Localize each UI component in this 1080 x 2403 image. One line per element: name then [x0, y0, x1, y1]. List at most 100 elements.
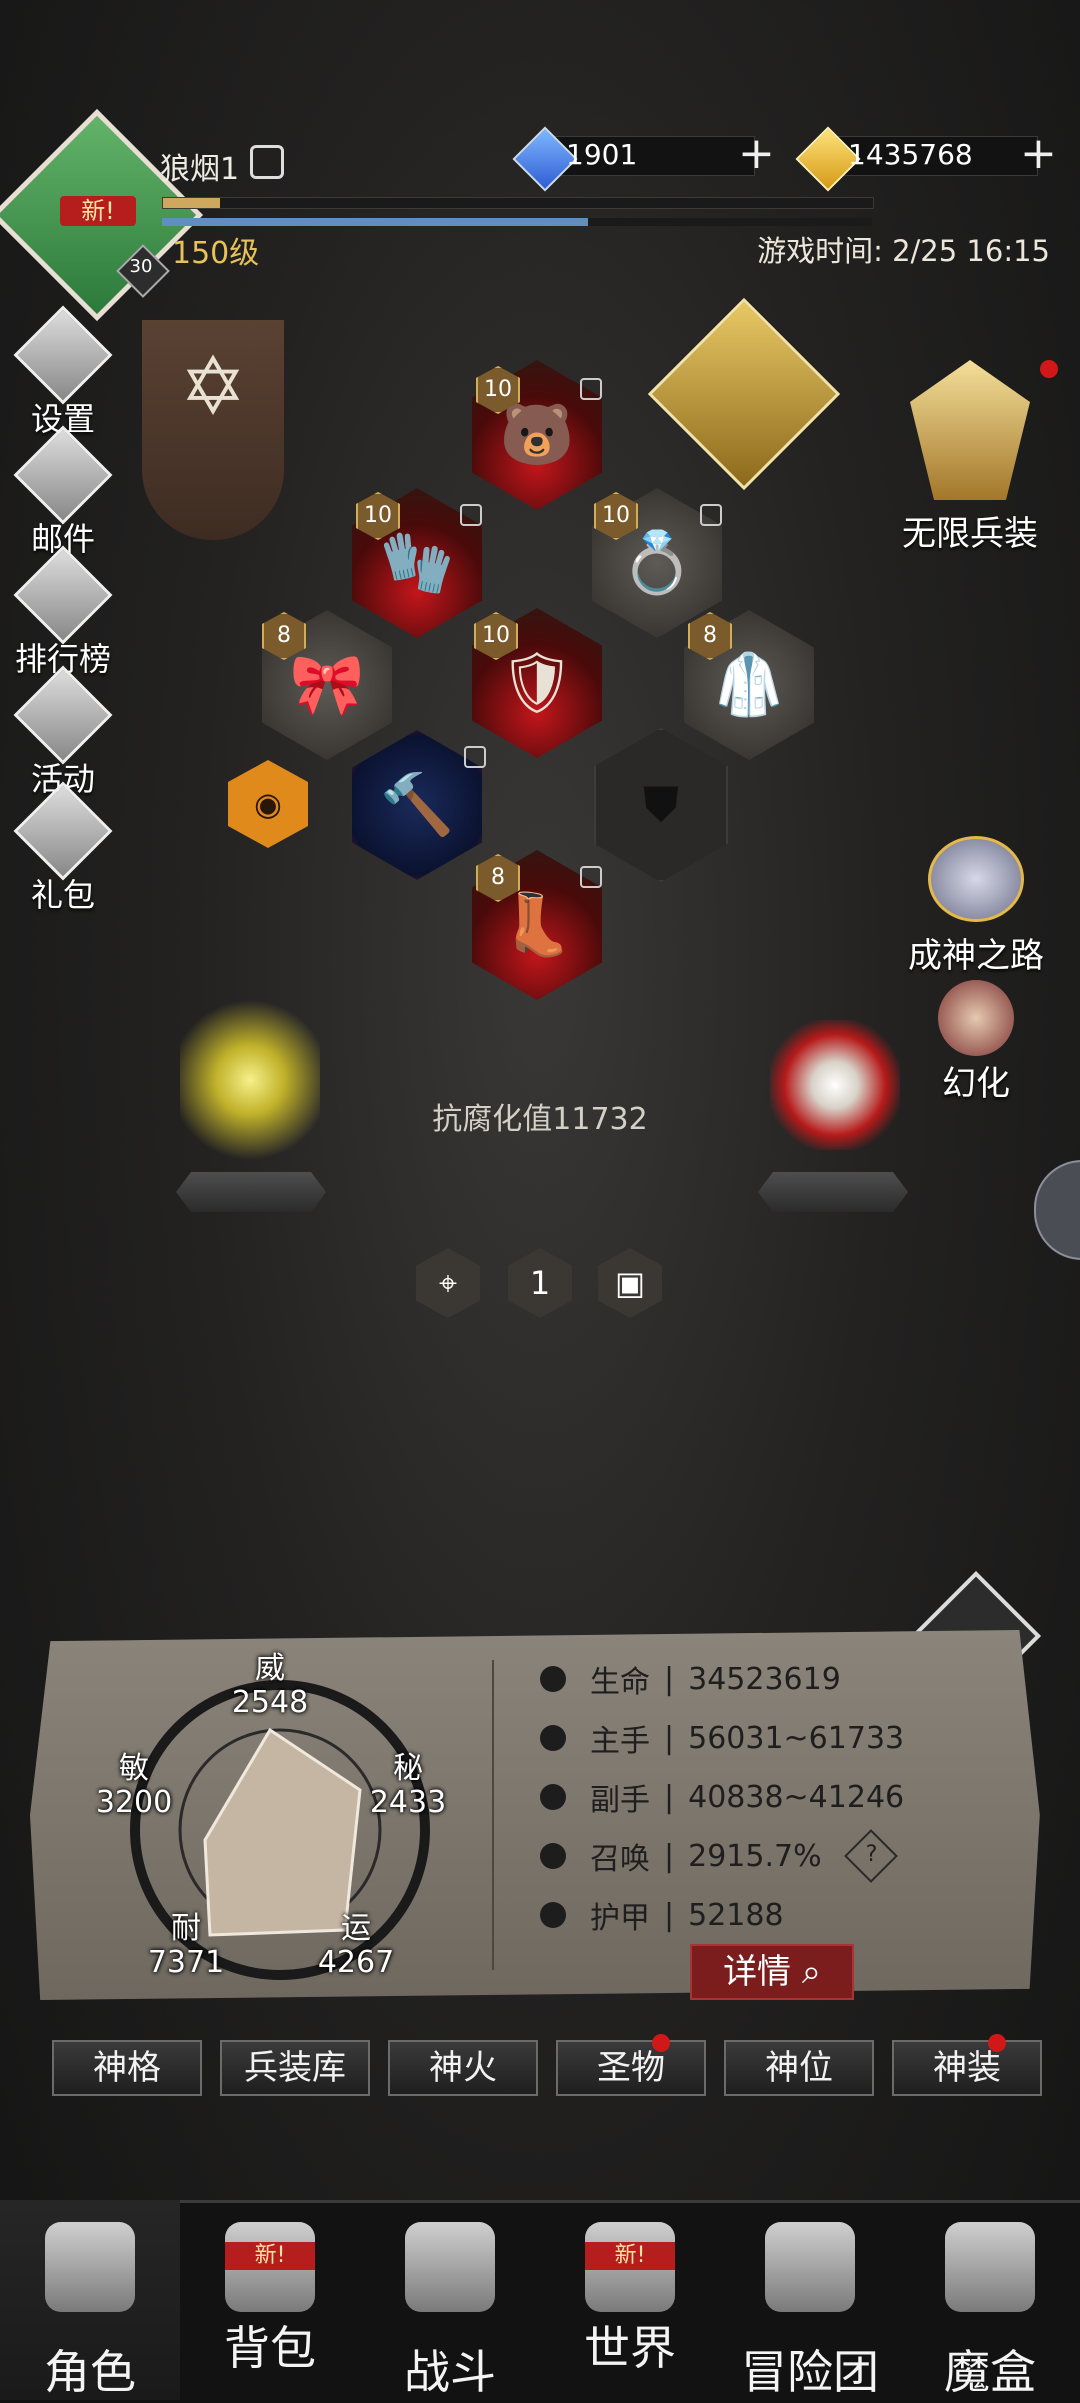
stat-row-off-hand: 副手 | 40838~41246	[540, 1772, 1020, 1822]
castle-icon	[765, 2222, 855, 2312]
stat-separator: |	[664, 1838, 675, 1874]
stat-value: 56031~61733	[688, 1720, 905, 1756]
lock-icon[interactable]: ▣	[598, 1248, 662, 1318]
stat-separator: |	[664, 1897, 675, 1933]
transform-label: 幻化	[942, 1064, 1010, 1104]
tab-divine-rank[interactable]: 神位	[724, 2040, 874, 2096]
hammer-icon: 🔨	[379, 770, 455, 840]
stat-label: 护甲	[590, 1901, 650, 1936]
event-icon	[13, 665, 113, 765]
gear-icon	[13, 305, 113, 405]
stat-mi: 秘 2433	[369, 1751, 447, 1820]
relic-pedestal-left	[176, 1172, 326, 1212]
secondary-bar-fill	[162, 218, 588, 226]
sword-icon	[540, 1725, 566, 1751]
tab-armory[interactable]: 兵装库	[220, 2040, 370, 2096]
stat-row-life: 生命 | 34523619	[540, 1654, 1020, 1704]
cube-icon	[945, 2222, 1035, 2312]
stat-row-summon: 召唤 | 2915.7% ?	[540, 1829, 1020, 1883]
knight-helmet-icon	[45, 2222, 135, 2312]
stat-label: 召唤	[590, 1842, 650, 1877]
winged-sword-icon	[910, 360, 1030, 500]
mail-button[interactable]: 邮件	[8, 425, 118, 560]
lock-icon	[580, 866, 602, 888]
add-gems-button[interactable]: +	[738, 132, 775, 176]
tab-relics[interactable]: 圣物	[556, 2040, 706, 2096]
nav-adventure-guild[interactable]: 冒险团	[720, 2200, 900, 2400]
nav-label: 背包	[224, 2321, 316, 2375]
infinite-gear-button[interactable]: 无限兵装	[900, 360, 1040, 555]
stat-separator: |	[664, 1779, 675, 1815]
ranking-button[interactable]: 排行榜	[8, 545, 118, 680]
magnifier-icon: ⌕	[801, 1952, 821, 1992]
lock-icon	[580, 378, 602, 400]
nav-battle[interactable]: 战斗	[360, 2200, 540, 2400]
crown-icon[interactable]	[770, 1020, 900, 1150]
side-drawer-handle[interactable]	[1034, 1160, 1080, 1260]
summon-icon	[540, 1843, 566, 1869]
tab-divinity[interactable]: 神格	[52, 2040, 202, 2096]
new-badge: 新!	[225, 2242, 315, 2270]
xp-bar-fill	[163, 198, 220, 208]
lock-icon	[460, 504, 482, 526]
armor-stat-icon	[540, 1902, 566, 1928]
new-badge: 新!	[60, 196, 136, 226]
stat-yun: 运 4267	[317, 1911, 395, 1980]
notification-dot	[652, 2034, 670, 2052]
game-time: 游戏时间: 2/25 16:15	[757, 234, 1050, 268]
radar-shape	[203, 1727, 362, 1937]
gift-icon	[13, 781, 113, 881]
gem-amount: 1901	[566, 138, 638, 171]
nav-label: 战斗	[404, 2345, 496, 2399]
relic-glow-left[interactable]	[180, 990, 320, 1170]
settings-button[interactable]: 设置	[8, 305, 118, 440]
path-to-god-label: 成神之路	[908, 936, 1044, 976]
nav-magic-box[interactable]: 魔盒	[900, 2200, 1080, 2400]
stat-label: 生命	[590, 1665, 650, 1700]
nav-label: 角色	[44, 2345, 136, 2399]
xp-bar	[162, 197, 874, 209]
tab-divine-gear[interactable]: 神装	[892, 2040, 1042, 2096]
stat-row-main-hand: 主手 | 56031~61733	[540, 1713, 1020, 1763]
helm-crest-icon	[928, 836, 1024, 922]
player-name: 狼烟1	[160, 152, 240, 187]
ranking-icon	[13, 545, 113, 645]
stat-value: 52188	[688, 1897, 784, 1933]
nav-label: 魔盒	[944, 2345, 1036, 2399]
equip-slot-weapon[interactable]: 🔨	[352, 730, 482, 880]
stat-row-armor: 护甲 | 52188	[540, 1890, 1020, 1940]
lion-emblem-icon[interactable]	[647, 297, 841, 491]
nav-backpack[interactable]: 新! 背包	[180, 2200, 360, 2400]
signal-icon[interactable]: ◉	[228, 760, 308, 848]
stat-separator: |	[664, 1720, 675, 1756]
gold-amount: 1435768	[848, 138, 973, 171]
lock-icon	[464, 746, 486, 768]
transform-button[interactable]: 幻化	[906, 980, 1046, 1105]
infinite-gear-label: 无限兵装	[902, 514, 1038, 554]
mask-icon	[938, 980, 1014, 1056]
notification-dot	[988, 2034, 1006, 2052]
details-button[interactable]: 详情 ⌕	[690, 1944, 854, 2000]
panel-divider	[492, 1660, 494, 1970]
stat-value: 2915.7%	[688, 1838, 822, 1874]
gift-pack-button[interactable]: 礼包	[8, 781, 118, 916]
hexagram-icon: ✡	[179, 340, 247, 433]
equip-slot-offhand[interactable]: ⛊	[594, 728, 728, 882]
nav-character[interactable]: 角色	[0, 2200, 180, 2400]
help-icon[interactable]: ?	[843, 1829, 898, 1883]
location-pin-icon[interactable]: ⌖	[416, 1248, 480, 1318]
dagger-icon	[540, 1784, 566, 1810]
nav-label: 世界	[584, 2321, 676, 2375]
notification-dot	[1040, 360, 1058, 378]
stat-wei: 威 2548	[231, 1651, 309, 1720]
relic-pedestal-right	[758, 1172, 908, 1212]
sword-shield-icon	[405, 2222, 495, 2312]
path-to-god-button[interactable]: 成神之路	[906, 836, 1046, 977]
nav-world[interactable]: 新! 世界	[540, 2200, 720, 2400]
edit-name-icon[interactable]	[250, 145, 284, 179]
player-level: 150级	[172, 236, 260, 271]
page-number[interactable]: 1	[508, 1248, 572, 1318]
add-gold-button[interactable]: +	[1020, 132, 1057, 176]
tab-divine-fire[interactable]: 神火	[388, 2040, 538, 2096]
avatar-level-text: 30	[129, 256, 153, 277]
